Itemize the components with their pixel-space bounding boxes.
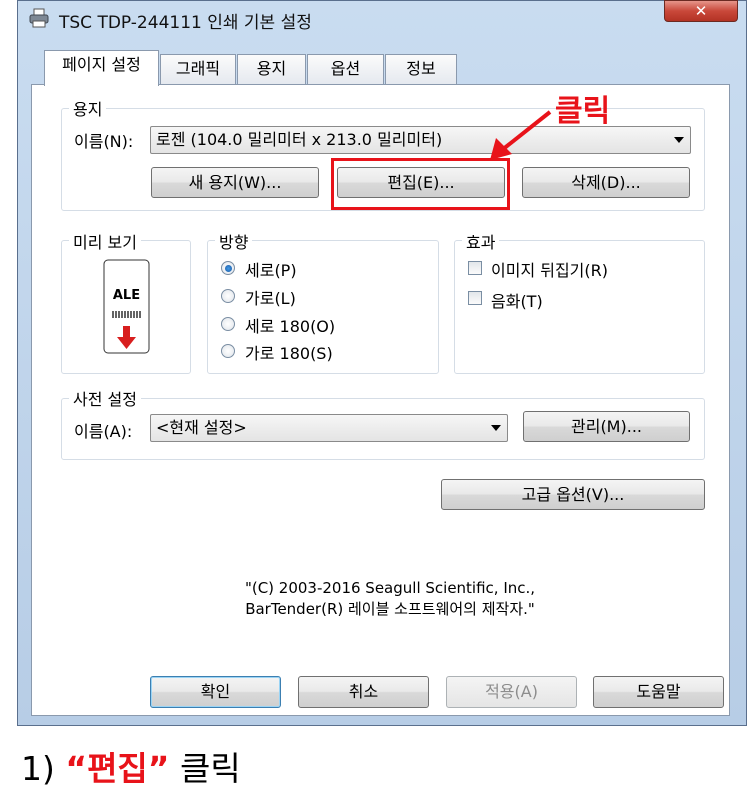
tab-graphics[interactable]: 그래픽	[160, 54, 236, 84]
tab-label: 페이지 설정	[62, 55, 141, 74]
close-button[interactable]: ✕	[664, 0, 738, 22]
paper-name-value: 로젠 (104.0 밀리미터 x 213.0 밀리미터)	[156, 130, 443, 149]
caption-suffix: 클릭	[169, 749, 241, 788]
manage-preset-button[interactable]: 관리(M)...	[523, 411, 690, 442]
copyright-line-2: BarTender(R) 레이블 소프트웨어의 제작자."	[245, 600, 535, 618]
mirror-image-label: 이미지 뒤집기(R)	[491, 261, 609, 280]
orientation-group-title: 방향	[215, 229, 253, 253]
preset-name-dropdown[interactable]: <현재 설정>	[150, 414, 508, 442]
landscape-radio[interactable]	[221, 289, 235, 303]
tab-paper[interactable]: 용지	[237, 54, 306, 84]
annotation-arrow-icon	[480, 100, 580, 170]
chevron-down-icon	[491, 425, 501, 431]
label-preview-image	[103, 259, 150, 354]
apply-button[interactable]: 적용(A)	[446, 676, 577, 708]
tab-label: 용지	[256, 59, 287, 78]
landscape-180-radio[interactable]	[221, 344, 235, 358]
landscape-180-label: 가로 180(S)	[245, 344, 333, 363]
new-paper-button[interactable]: 새 용지(W)...	[151, 167, 319, 198]
paper-group-title: 용지	[69, 96, 107, 120]
delete-paper-button[interactable]: 삭제(D)...	[522, 167, 690, 198]
printer-icon	[29, 8, 49, 28]
copyright-text: "(C) 2003-2016 Seagull Scientific, Inc.,…	[150, 578, 630, 620]
effects-group-title: 효과	[462, 229, 500, 253]
paper-name-dropdown[interactable]: 로젠 (104.0 밀리미터 x 213.0 밀리미터)	[150, 126, 691, 154]
paper-name-label: 이름(N):	[74, 132, 134, 151]
negative-checkbox[interactable]	[468, 291, 482, 305]
portrait-radio[interactable]	[221, 261, 235, 275]
cancel-button[interactable]: 취소	[298, 676, 429, 708]
landscape-label: 가로(L)	[245, 289, 296, 308]
copyright-line-1: "(C) 2003-2016 Seagull Scientific, Inc.,	[244, 579, 536, 597]
preset-name-label: 이름(A):	[74, 422, 133, 441]
tab-label: 그래픽	[175, 59, 221, 78]
chevron-down-icon	[674, 137, 684, 143]
preview-label-text: ALE	[112, 288, 141, 303]
preset-name-value: <현재 설정>	[156, 418, 247, 437]
tab-about[interactable]: 정보	[385, 54, 457, 84]
portrait-180-label: 세로 180(O)	[245, 317, 336, 336]
advanced-options-button[interactable]: 고급 옵션(V)...	[441, 479, 705, 510]
preview-group-title: 미리 보기	[69, 229, 141, 253]
help-button[interactable]: 도움말	[593, 676, 724, 708]
mirror-image-checkbox[interactable]	[468, 261, 482, 275]
tab-options[interactable]: 옵션	[307, 54, 384, 84]
caption-quoted: “편집”	[65, 749, 170, 788]
step-caption: 1) “편집” 클릭	[21, 742, 241, 790]
preset-group-title: 사전 설정	[69, 386, 141, 410]
negative-label: 음화(T)	[491, 292, 543, 311]
portrait-label: 세로(P)	[245, 261, 297, 280]
close-icon: ✕	[694, 2, 708, 20]
caption-prefix: 1)	[21, 749, 66, 788]
window-title: TSC TDP-244111 인쇄 기본 설정	[59, 13, 312, 33]
tab-label: 정보	[406, 59, 436, 78]
ok-button[interactable]: 확인	[150, 676, 281, 708]
portrait-180-radio[interactable]	[221, 317, 235, 331]
tab-page-setup[interactable]: 페이지 설정	[44, 50, 159, 86]
tab-label: 옵션	[330, 59, 361, 78]
